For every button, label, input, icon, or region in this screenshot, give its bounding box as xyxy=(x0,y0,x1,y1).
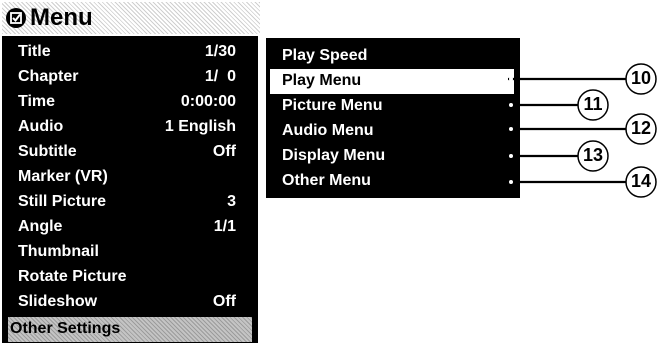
callout-number-13: 13 xyxy=(582,145,604,165)
callout-dot xyxy=(509,103,513,107)
callout-dot xyxy=(509,127,513,131)
callout-number-10: 10 xyxy=(630,68,652,88)
callout-dot xyxy=(509,180,513,184)
callout-number-12: 12 xyxy=(630,118,652,138)
callout-number-14: 14 xyxy=(630,171,652,191)
callout-dot xyxy=(509,77,513,81)
callout-dot xyxy=(509,154,513,158)
callout-lines xyxy=(508,63,657,198)
callout-number-11: 11 xyxy=(583,94,603,114)
